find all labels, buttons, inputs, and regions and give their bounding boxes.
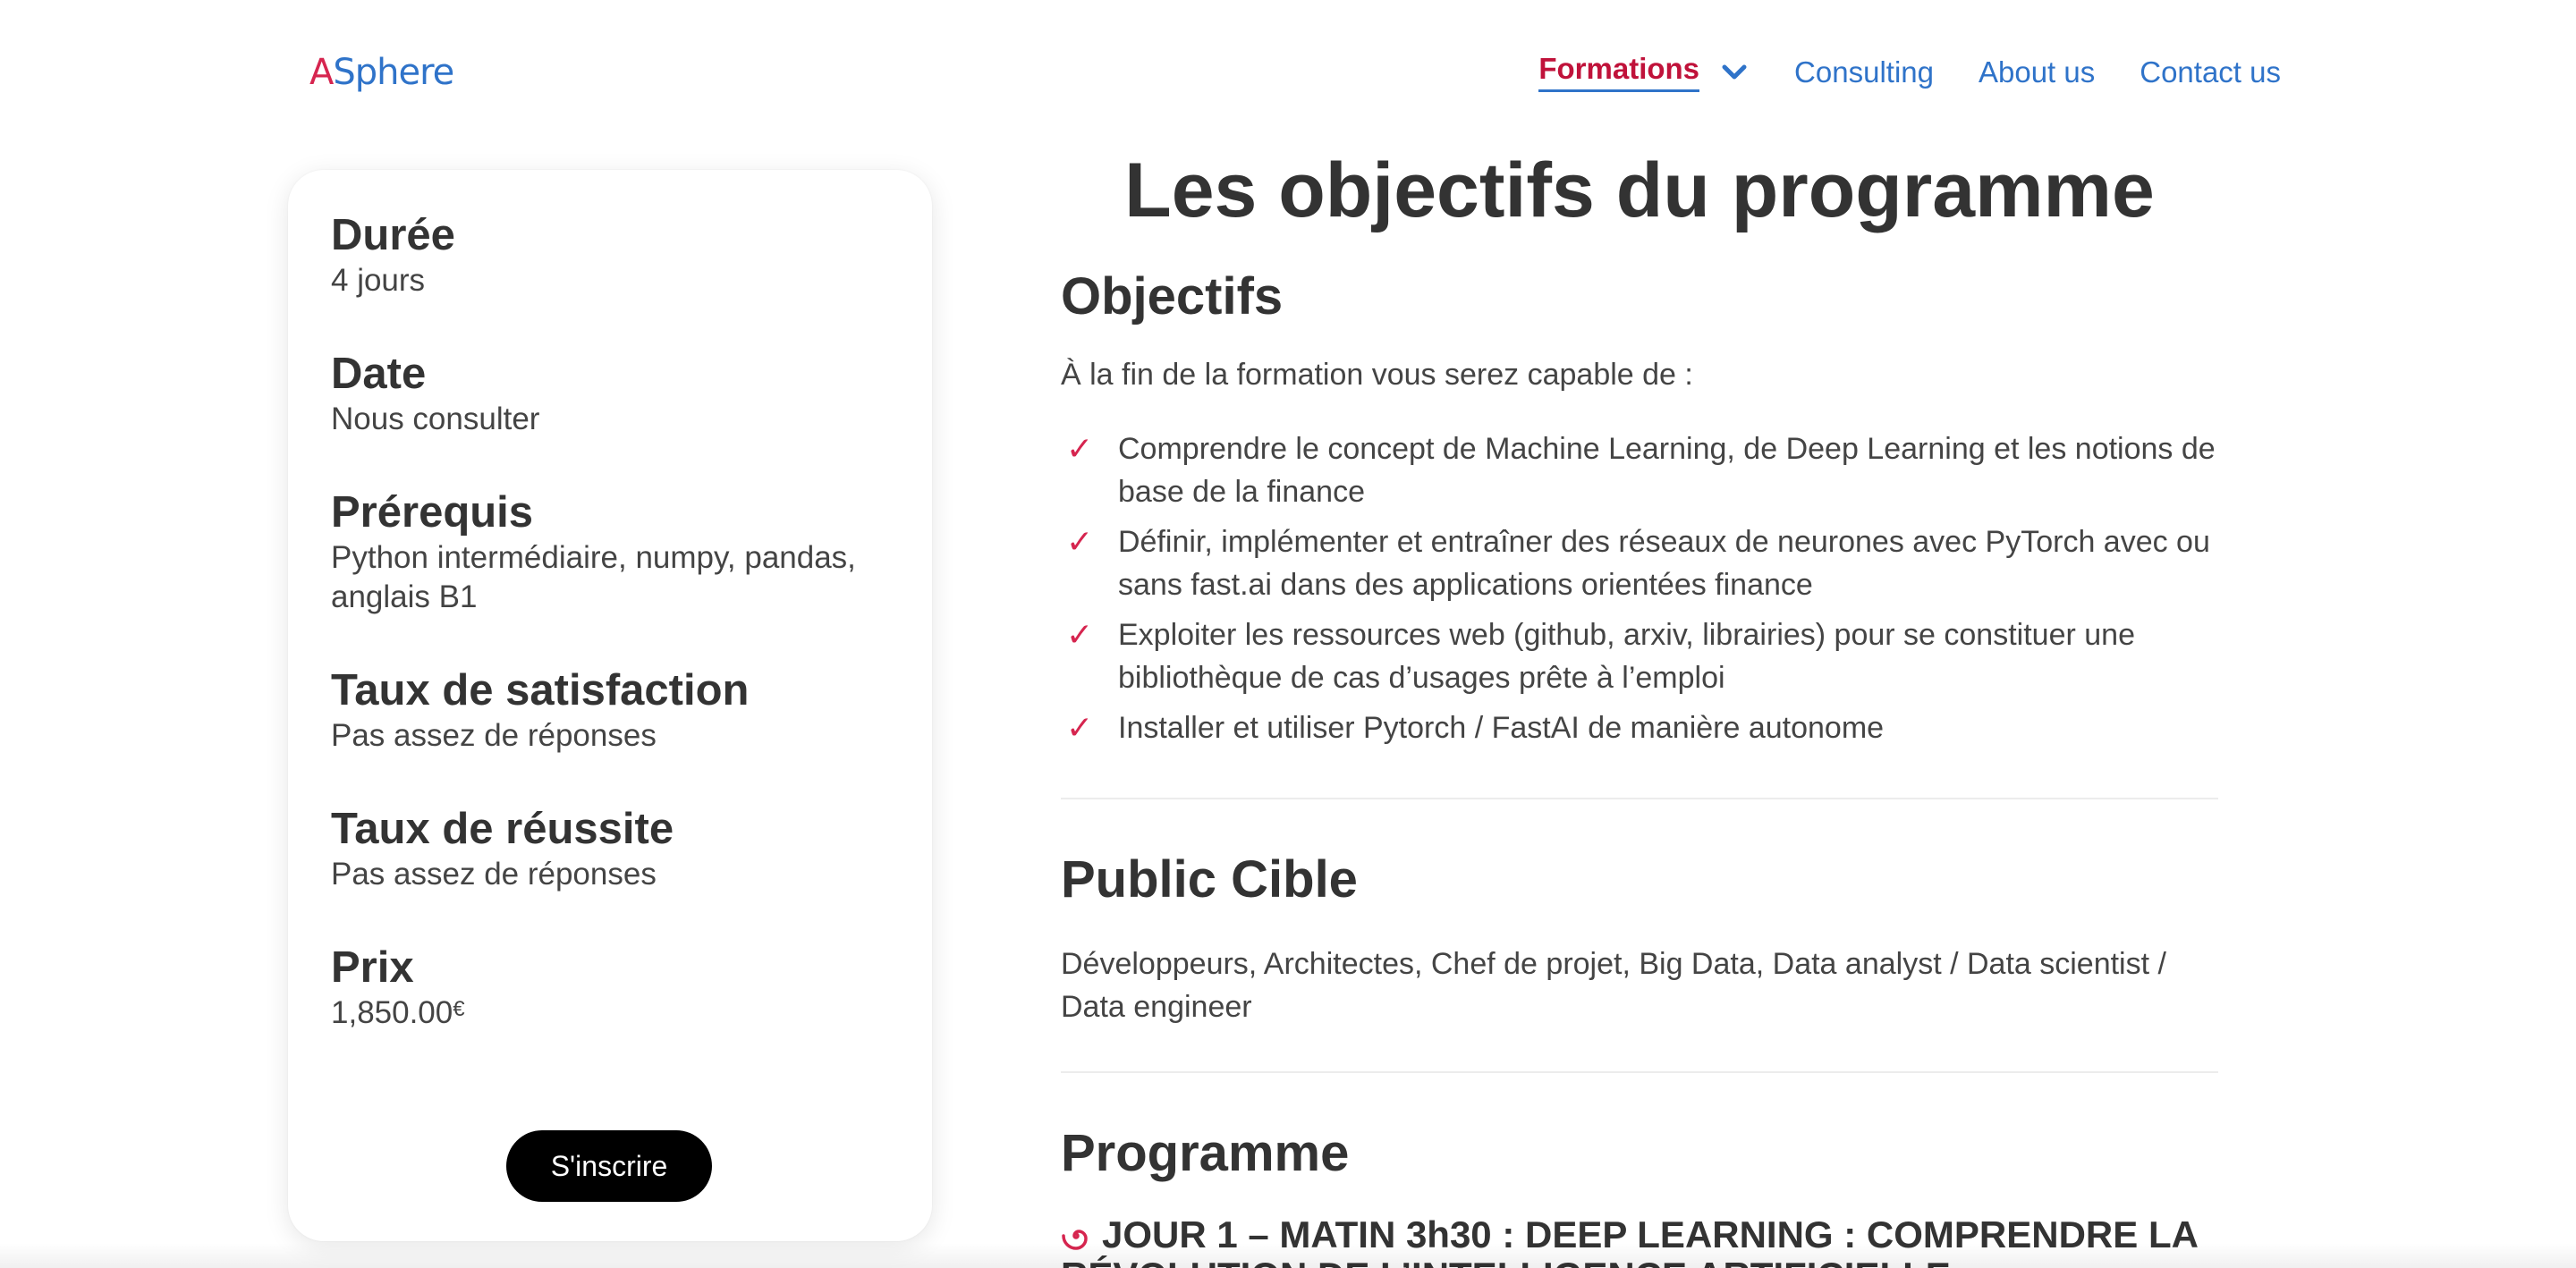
check-icon: ✓ xyxy=(1066,709,1094,746)
programme-heading: Programme xyxy=(1061,1124,1350,1182)
currency-symbol: € xyxy=(453,997,465,1021)
check-icon: ✓ xyxy=(1066,430,1094,467)
info-title: Durée xyxy=(331,211,455,259)
info-value: Pas assez de réponses xyxy=(331,718,657,753)
main-nav: Formations Consulting About us Contact u… xyxy=(1538,52,2281,92)
info-value: Pas assez de réponses xyxy=(331,857,657,892)
nav-about[interactable]: About us xyxy=(1979,55,2095,89)
page-title: Les objectifs du programme xyxy=(1124,148,2155,233)
list-item: ✓ Installer et utiliser Pytorch / FastAI … xyxy=(1061,706,2218,749)
info-title: Prérequis xyxy=(331,488,534,537)
info-value: 4 jours xyxy=(331,263,426,298)
objectives-heading: Objectifs xyxy=(1061,267,1284,325)
info-title: Taux de satisfaction xyxy=(331,666,750,714)
list-item: ✓ Définir, implémenter et entraîner des r… xyxy=(1061,520,2218,606)
public-heading: Public Cible xyxy=(1061,850,1358,909)
info-title: Taux de réussite xyxy=(331,805,674,853)
info-title: Prix xyxy=(331,943,414,992)
info-price: Prix 1,850.00€ xyxy=(331,942,465,1033)
info-satisfaction: Taux de satisfaction Pas assez de répons… xyxy=(331,664,749,756)
list-item: ✓ Exploiter les ressources web (github, a… xyxy=(1061,613,2218,699)
asphere-logo[interactable]: ASphere xyxy=(309,52,454,93)
site-header: ASphere Formations Consulting About us C… xyxy=(0,0,2576,143)
info-value: Nous consulter xyxy=(331,402,540,436)
chevron-down-icon[interactable] xyxy=(1719,62,1750,83)
objective-text: Comprendre le concept de Machine Learnin… xyxy=(1118,432,2216,509)
section-divider xyxy=(1061,1071,2218,1073)
price-value: 1,850.00€ xyxy=(331,993,465,1033)
list-item: ✓ Comprendre le concept de Machine Learni… xyxy=(1061,427,2218,513)
public-text: Développeurs, Architectes, Chef de proje… xyxy=(1061,947,2166,1024)
section-divider xyxy=(1061,798,2218,799)
objective-text: Installer et utiliser Pytorch / FastAI d… xyxy=(1118,711,1885,745)
objective-text: Exploiter les ressources web (github, ar… xyxy=(1118,618,2135,695)
info-duration: Durée 4 jours xyxy=(331,209,455,300)
objectives-list: ✓ Comprendre le concept de Machine Learni… xyxy=(1061,427,2218,757)
check-icon: ✓ xyxy=(1066,616,1094,653)
info-value: Python intermédiaire, numpy, pandas, ang… xyxy=(331,540,856,614)
nav-formations-label: Formations xyxy=(1538,52,1700,92)
objectives-intro: À la fin de la formation vous serez capa… xyxy=(1061,358,1693,392)
price-amount: 1,850.00 xyxy=(331,995,453,1030)
info-success-rate: Taux de réussite Pas assez de réponses xyxy=(331,803,674,894)
check-icon: ✓ xyxy=(1066,523,1094,560)
objective-text: Définir, implémenter et entraîner des ré… xyxy=(1118,525,2210,602)
info-title: Date xyxy=(331,350,427,398)
course-info-card: Durée 4 jours Date Nous consulter Préreq… xyxy=(288,170,932,1241)
nav-consulting[interactable]: Consulting xyxy=(1794,55,1934,89)
nav-formations[interactable]: Formations xyxy=(1538,52,1750,92)
register-button[interactable]: S'inscrire xyxy=(506,1130,712,1202)
scroll-shadow xyxy=(0,1243,2576,1268)
info-prerequisites: Prérequis Python intermédiaire, numpy, p… xyxy=(331,486,868,617)
nav-contact[interactable]: Contact us xyxy=(2140,55,2281,89)
logo-letter-a: A xyxy=(309,52,334,93)
info-date: Date Nous consulter xyxy=(331,348,539,439)
logo-text: Sphere xyxy=(333,52,454,93)
